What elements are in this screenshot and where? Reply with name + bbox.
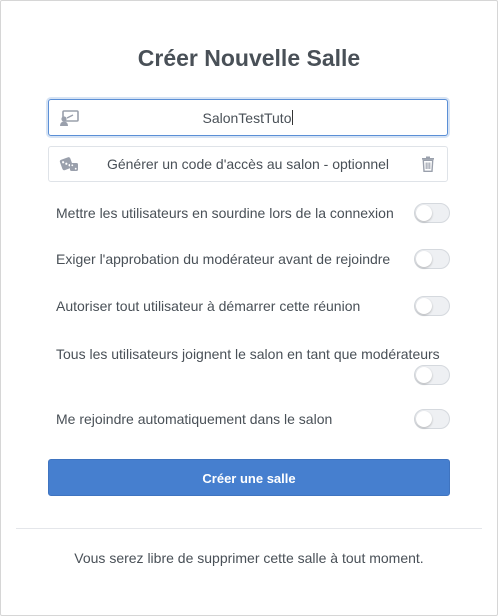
room-name-value: SalonTestTuto bbox=[89, 110, 407, 126]
toggle-knob bbox=[416, 367, 432, 383]
access-code-field[interactable]: Générer un code d'accès au salon - optio… bbox=[48, 146, 448, 182]
option-label: Tous les utilisateurs joignent le salon … bbox=[56, 346, 440, 362]
room-name-input[interactable]: SalonTestTuto bbox=[48, 99, 448, 136]
toggle-knob bbox=[416, 205, 432, 221]
toggle-knob bbox=[416, 411, 432, 427]
toggle-knob bbox=[416, 298, 432, 314]
option-auto-join: Me rejoindre automatiquement dans le sal… bbox=[56, 409, 450, 431]
create-room-button[interactable]: Créer une salle bbox=[48, 459, 450, 496]
trash-icon[interactable] bbox=[421, 156, 435, 172]
option-require-approval: Exiger l'approbation du modérateur avant… bbox=[56, 249, 450, 271]
access-code-label: Générer un code d'accès au salon - optio… bbox=[106, 156, 390, 172]
option-label: Exiger l'approbation du modérateur avant… bbox=[56, 251, 391, 267]
create-room-modal: Créer Nouvelle Salle SalonTestTuto Génér… bbox=[0, 0, 498, 616]
divider bbox=[16, 528, 482, 529]
modal-title: Créer Nouvelle Salle bbox=[137, 45, 361, 71]
option-mute-on-join: Mettre les utilisateurs en sourdine lors… bbox=[56, 203, 450, 225]
room-sign-icon bbox=[59, 109, 79, 127]
toggle-knob bbox=[416, 251, 432, 267]
option-anyone-can-start: Autoriser tout utilisateur à démarrer ce… bbox=[56, 296, 450, 318]
option-all-join-as-moderators: Tous les utilisateurs joignent le salon … bbox=[56, 344, 450, 386]
auto-join-toggle[interactable] bbox=[414, 409, 450, 429]
option-label: Mettre les utilisateurs en sourdine lors… bbox=[56, 205, 394, 221]
option-label: Me rejoindre automatiquement dans le sal… bbox=[56, 411, 333, 427]
footer-note: Vous serez libre de supprimer cette sall… bbox=[74, 550, 424, 566]
all-moderators-toggle[interactable] bbox=[414, 365, 450, 385]
anyone-can-start-toggle[interactable] bbox=[414, 296, 450, 316]
mute-on-join-toggle[interactable] bbox=[414, 203, 450, 223]
dice-icon bbox=[59, 155, 79, 173]
option-label: Autoriser tout utilisateur à démarrer ce… bbox=[56, 298, 361, 314]
require-approval-toggle[interactable] bbox=[414, 249, 450, 269]
